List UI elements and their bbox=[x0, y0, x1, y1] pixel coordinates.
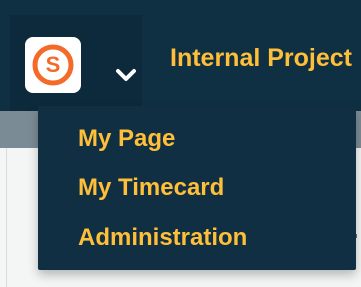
svg-text:S: S bbox=[46, 52, 61, 77]
app-switcher-button[interactable]: S bbox=[10, 15, 142, 111]
top-navigation-bar: S Internal Project bbox=[0, 0, 361, 111]
app-menu-dropdown: My Page My Timecard Administration bbox=[38, 106, 356, 270]
menu-item-administration[interactable]: Administration bbox=[78, 224, 247, 252]
menu-item-my-page[interactable]: My Page bbox=[78, 125, 175, 153]
s-logo-icon[interactable]: S bbox=[25, 37, 81, 93]
menu-item-my-timecard[interactable]: My Timecard bbox=[78, 174, 224, 202]
project-title[interactable]: Internal Project bbox=[170, 44, 352, 72]
content-divider bbox=[6, 148, 7, 287]
screen: S Internal Project My Page My Timecard A… bbox=[0, 0, 361, 287]
chevron-down-icon[interactable] bbox=[111, 64, 141, 86]
